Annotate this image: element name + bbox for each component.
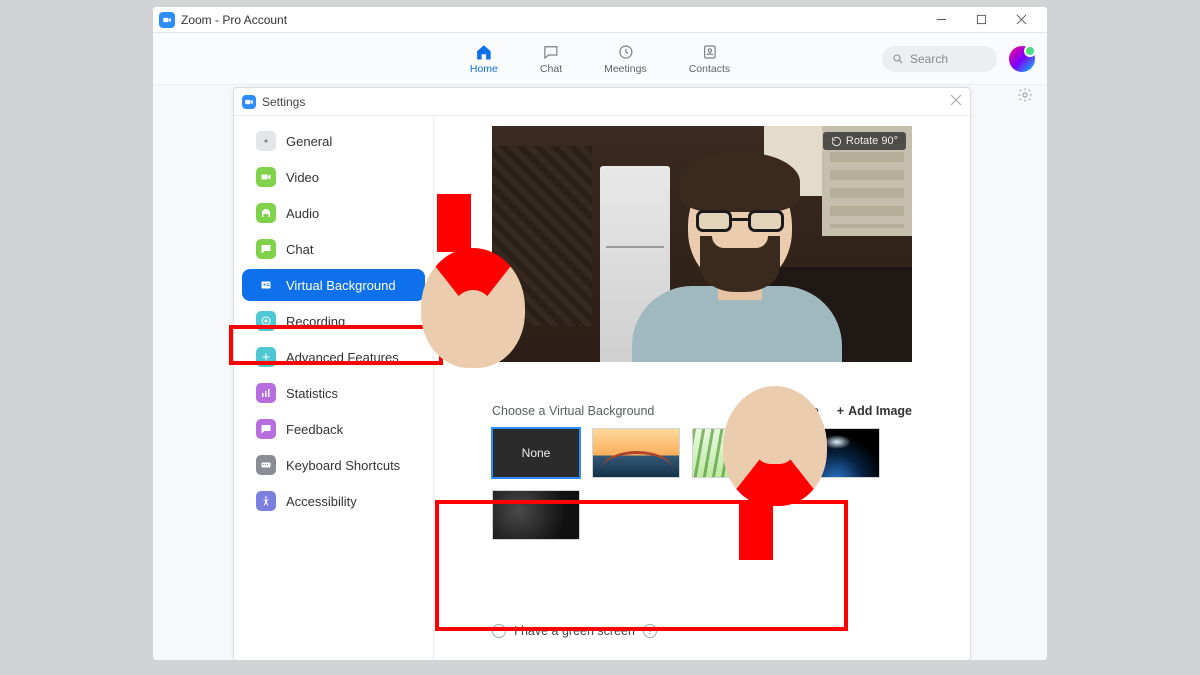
- navbar: Home Chat Meetings Contacts Search: [153, 33, 1047, 85]
- background-thumb-dark[interactable]: [492, 490, 580, 540]
- settings-sidebar: General Video Audio Chat Virtual Background R…: [234, 116, 434, 660]
- background-thumb-grass[interactable]: [692, 428, 780, 478]
- feedback-icon: [256, 419, 276, 439]
- section-label: Choose a Virtual Background: [492, 404, 654, 418]
- sidebar-item-label: Accessibility: [286, 494, 357, 509]
- section-actions: − Remove + Add Image: [761, 404, 912, 418]
- nav-tab-chat[interactable]: Chat: [540, 43, 562, 75]
- dialog-title: Settings: [262, 95, 305, 109]
- stats-icon: [256, 383, 276, 403]
- rotate-icon: [831, 136, 842, 147]
- maximize-button[interactable]: [961, 7, 1001, 33]
- search-icon: [892, 53, 904, 65]
- zoom-logo-icon: [159, 12, 175, 28]
- background-thumb-earth[interactable]: [792, 428, 880, 478]
- accessibility-icon: [256, 491, 276, 511]
- add-image-button[interactable]: + Add Image: [837, 404, 912, 418]
- minimize-button[interactable]: [921, 7, 961, 33]
- sidebar-item-label: Chat: [286, 242, 313, 257]
- help-icon[interactable]: ?: [643, 624, 657, 638]
- nav-tab-meetings[interactable]: Meetings: [604, 43, 647, 75]
- sidebar-item-label: Audio: [286, 206, 319, 221]
- dialog-body: General Video Audio Chat Virtual Background R…: [234, 116, 970, 660]
- gear-icon[interactable]: [1017, 87, 1033, 108]
- headphones-icon: [256, 203, 276, 223]
- search-placeholder: Search: [910, 52, 948, 66]
- green-screen-label: I have a green screen: [514, 624, 635, 638]
- zoom-logo-icon: [242, 95, 256, 109]
- nav-tab-label: Contacts: [689, 63, 730, 75]
- settings-main: Rotate 90° Choose a Virtual Background −…: [434, 116, 970, 660]
- nav-tab-home[interactable]: Home: [470, 43, 498, 75]
- nav-tab-label: Chat: [540, 63, 562, 75]
- record-icon: [256, 311, 276, 331]
- sidebar-item-label: Virtual Background: [286, 278, 396, 293]
- dialog-titlebar: Settings: [234, 88, 970, 116]
- titlebar-left: Zoom - Pro Account: [159, 12, 287, 28]
- contacts-icon: [700, 43, 718, 61]
- sidebar-item-label: General: [286, 134, 332, 149]
- nav-tab-label: Meetings: [604, 63, 647, 75]
- add-label: Add Image: [848, 404, 912, 418]
- background-thumb-bridge[interactable]: [592, 428, 680, 478]
- sidebar-item-accessibility[interactable]: Accessibility: [242, 485, 425, 517]
- close-icon[interactable]: [950, 93, 962, 111]
- settings-dialog: Settings General Video Audio Chat Virtual Ba…: [233, 87, 971, 661]
- sidebar-item-chat[interactable]: Chat: [242, 233, 425, 265]
- window-title: Zoom - Pro Account: [181, 13, 287, 27]
- remove-button[interactable]: − Remove: [761, 404, 819, 418]
- keyboard-icon: [256, 455, 276, 475]
- minus-icon: −: [761, 404, 768, 418]
- rotate-button[interactable]: Rotate 90°: [823, 132, 906, 150]
- close-button[interactable]: [1001, 7, 1041, 33]
- plus-icon: [256, 347, 276, 367]
- sidebar-item-advanced-features[interactable]: Advanced Features: [242, 341, 425, 373]
- sidebar-item-label: Keyboard Shortcuts: [286, 458, 400, 473]
- plus-icon: +: [837, 404, 844, 418]
- sidebar-item-label: Advanced Features: [286, 350, 399, 365]
- green-screen-row: I have a green screen ?: [492, 624, 912, 638]
- sidebar-item-feedback[interactable]: Feedback: [242, 413, 425, 445]
- clock-icon: [616, 43, 634, 61]
- avatar[interactable]: [1009, 46, 1035, 72]
- remove-label: Remove: [772, 404, 819, 418]
- section-header: Choose a Virtual Background − Remove + A…: [492, 404, 912, 418]
- profile-card-icon: [256, 275, 276, 295]
- nav-tab-contacts[interactable]: Contacts: [689, 43, 730, 75]
- thumb-label: None: [522, 446, 551, 460]
- navbar-right: Search: [882, 46, 1035, 72]
- sidebar-item-keyboard-shortcuts[interactable]: Keyboard Shortcuts: [242, 449, 425, 481]
- background-thumbnails: None: [492, 428, 912, 540]
- home-icon: [475, 43, 493, 61]
- video-preview: Rotate 90°: [492, 126, 912, 362]
- video-icon: [256, 167, 276, 187]
- preview-scene: [492, 126, 912, 362]
- green-screen-checkbox[interactable]: [492, 624, 506, 638]
- chat-icon: [256, 239, 276, 259]
- titlebar: Zoom - Pro Account: [153, 7, 1047, 33]
- sidebar-item-recording[interactable]: Recording: [242, 305, 425, 337]
- background-thumb-none[interactable]: None: [492, 428, 580, 478]
- sidebar-item-label: Recording: [286, 314, 345, 329]
- gear-icon: [256, 131, 276, 151]
- sidebar-item-statistics[interactable]: Statistics: [242, 377, 425, 409]
- search-input[interactable]: Search: [882, 46, 997, 72]
- window-controls: [921, 7, 1041, 33]
- sidebar-item-video[interactable]: Video: [242, 161, 425, 193]
- app-window: Zoom - Pro Account Home Chat Meetings: [152, 6, 1048, 661]
- sidebar-item-label: Feedback: [286, 422, 343, 437]
- sidebar-item-virtual-background[interactable]: Virtual Background: [242, 269, 425, 301]
- nav-tab-label: Home: [470, 63, 498, 75]
- sidebar-item-label: Video: [286, 170, 319, 185]
- nav-tabs: Home Chat Meetings Contacts: [470, 43, 730, 75]
- chat-icon: [542, 43, 560, 61]
- sidebar-item-audio[interactable]: Audio: [242, 197, 425, 229]
- sidebar-item-general[interactable]: General: [242, 125, 425, 157]
- rotate-label: Rotate 90°: [846, 135, 898, 147]
- sidebar-item-label: Statistics: [286, 386, 338, 401]
